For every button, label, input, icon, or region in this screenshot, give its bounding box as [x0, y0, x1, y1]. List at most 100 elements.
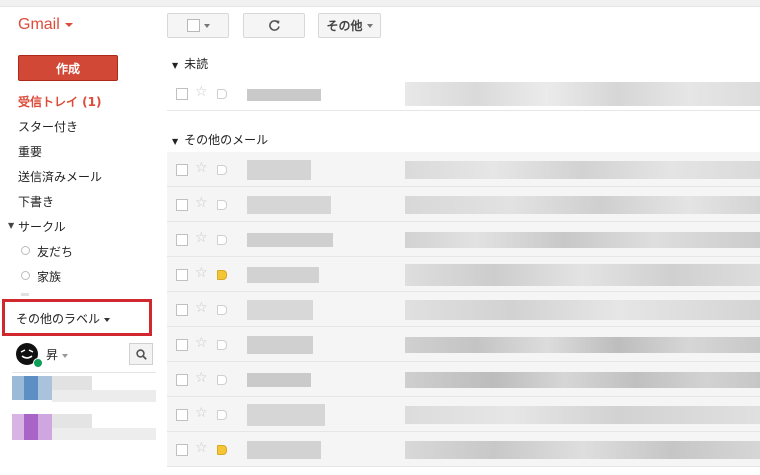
label-tag-icon[interactable] [217, 235, 227, 245]
chat-user-menu[interactable]: 昇 [46, 346, 69, 363]
subject-blurred [405, 406, 760, 424]
star-icon[interactable]: ☆ [195, 160, 208, 176]
table-row[interactable]: ☆ [167, 76, 760, 111]
row-checkbox[interactable] [176, 339, 188, 351]
row-checkbox[interactable] [176, 409, 188, 421]
row-checkbox[interactable] [176, 234, 188, 246]
contact-name-blurred [52, 414, 92, 428]
gmail-menu[interactable]: Gmail [18, 16, 73, 34]
label-tag-icon[interactable] [217, 305, 227, 315]
table-row[interactable]: ☆ [167, 152, 760, 187]
chat-search-button[interactable] [129, 343, 153, 365]
compose-button[interactable]: 作成 [18, 55, 118, 81]
sidebar-item-friends[interactable]: 友だち [37, 243, 73, 260]
table-row[interactable]: ☆ [167, 327, 760, 362]
sender-blurred [247, 160, 311, 180]
row-checkbox[interactable] [176, 164, 188, 176]
row-checkbox[interactable] [176, 374, 188, 386]
section-header-other[interactable]: ▼ その他のメール [172, 131, 268, 148]
label-tag-icon[interactable] [217, 89, 227, 99]
important-tag-icon[interactable] [217, 270, 227, 280]
sender-blurred [247, 441, 321, 459]
subject-blurred [405, 300, 760, 320]
sidebar-item-sent[interactable]: 送信済みメール [18, 168, 102, 185]
sender-blurred [247, 89, 321, 101]
label-tag-icon[interactable] [217, 410, 227, 420]
table-row[interactable]: ☆ [167, 187, 760, 222]
more-actions-button[interactable]: その他 [318, 13, 381, 38]
important-tag-icon[interactable] [217, 445, 227, 455]
row-checkbox[interactable] [176, 444, 188, 456]
contact-avatar-blurred[interactable] [12, 414, 24, 440]
chevron-down-icon [64, 22, 73, 27]
more-labels-text: その他のラベル [16, 312, 101, 326]
star-icon[interactable]: ☆ [195, 230, 208, 246]
refresh-icon [268, 20, 280, 31]
table-row[interactable]: ☆ [167, 432, 760, 467]
sender-blurred [247, 404, 325, 426]
subject-blurred [405, 441, 760, 459]
contact-avatar-blurred [38, 376, 52, 400]
select-button[interactable] [167, 13, 229, 38]
subject-blurred [405, 337, 760, 353]
sidebar-item-more-labels[interactable]: その他のラベル [16, 310, 111, 327]
refresh-button[interactable] [243, 13, 305, 38]
sidebar-item-inbox[interactable]: 受信トレイ (1) [18, 93, 102, 110]
row-checkbox[interactable] [176, 269, 188, 281]
contact-avatar-blurred [24, 414, 38, 440]
table-row[interactable]: ☆ [167, 397, 760, 432]
search-icon [135, 348, 147, 360]
section-title: その他のメール [184, 133, 269, 147]
star-icon[interactable]: ☆ [195, 195, 208, 211]
contact-avatar-blurred [24, 376, 38, 400]
chat-user-name: 昇 [46, 348, 59, 362]
contact-avatar-blurred [38, 414, 52, 440]
online-status-dot [33, 358, 43, 368]
gmail-label: Gmail [18, 16, 60, 33]
subject-blurred [405, 372, 760, 388]
star-icon[interactable]: ☆ [195, 300, 208, 316]
sidebar-item-important[interactable]: 重要 [18, 143, 42, 160]
sender-blurred [247, 196, 331, 214]
section-header-unread[interactable]: ▼ 未読 [172, 55, 208, 72]
label-tag-icon[interactable] [217, 340, 227, 350]
table-row[interactable]: ☆ [167, 222, 760, 257]
section-title: 未読 [184, 57, 209, 71]
label-tag-icon[interactable] [217, 165, 227, 175]
row-checkbox[interactable] [176, 304, 188, 316]
star-icon[interactable]: ☆ [195, 84, 208, 100]
subject-blurred [405, 264, 760, 286]
sender-blurred [247, 336, 313, 354]
table-row[interactable]: ☆ [167, 257, 760, 292]
sidebar-item-drafts[interactable]: 下書き [18, 193, 54, 210]
row-checkbox[interactable] [176, 199, 188, 211]
sidebar-item-circles[interactable]: サークル [18, 218, 66, 235]
sidebar-item-family[interactable]: 家族 [37, 268, 61, 285]
chevron-down-icon [203, 23, 210, 28]
top-bar [0, 0, 760, 7]
chevron-down-icon [366, 23, 373, 28]
star-icon[interactable]: ☆ [195, 335, 208, 351]
table-row[interactable]: ☆ [167, 362, 760, 397]
subject-blurred [405, 196, 760, 214]
sender-blurred [247, 267, 319, 283]
label-tag-icon[interactable] [217, 375, 227, 385]
star-icon[interactable]: ☆ [195, 370, 208, 386]
contact-name-blurred [52, 376, 92, 390]
star-icon[interactable]: ☆ [195, 405, 208, 421]
label-tag-icon[interactable] [217, 200, 227, 210]
circle-icon [21, 246, 30, 255]
clipped-item [21, 293, 29, 296]
chevron-down-icon [104, 317, 111, 322]
expand-triangle-icon[interactable]: ▼ [8, 221, 14, 230]
table-row[interactable]: ☆ [167, 292, 760, 327]
star-icon[interactable]: ☆ [195, 440, 208, 456]
subject-blurred [405, 161, 760, 179]
chevron-down-icon [62, 353, 69, 358]
star-icon[interactable]: ☆ [195, 265, 208, 281]
checkbox-icon [186, 19, 200, 32]
contact-status-blurred [52, 428, 156, 440]
contact-avatar-blurred[interactable] [12, 376, 24, 400]
row-checkbox[interactable] [176, 88, 188, 100]
sidebar-item-starred[interactable]: スター付き [18, 118, 78, 135]
